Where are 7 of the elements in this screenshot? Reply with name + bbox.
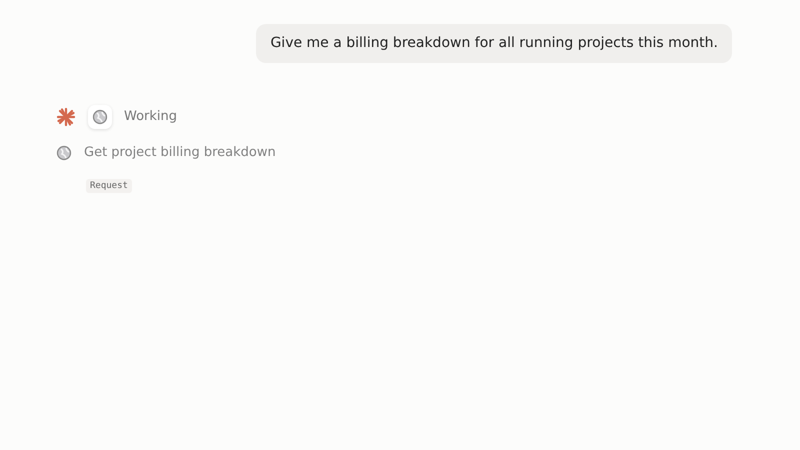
tool-call-title: Get project billing breakdown xyxy=(84,144,276,162)
spark-icon xyxy=(56,107,76,127)
globe-icon xyxy=(56,144,72,161)
request-tag[interactable]: Request xyxy=(86,178,132,192)
user-message: Give me a billing breakdown for all running projects this month. xyxy=(256,24,732,63)
status-label: Working xyxy=(124,108,178,126)
globe-icon xyxy=(88,105,112,129)
